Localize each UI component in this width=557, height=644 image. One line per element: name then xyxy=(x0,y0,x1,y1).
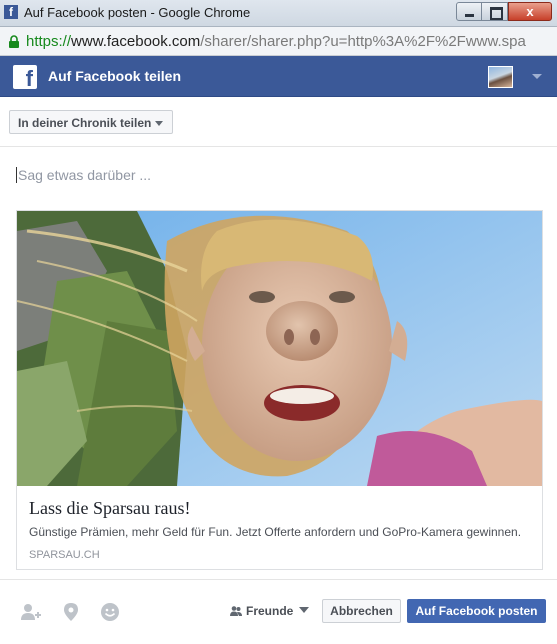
facebook-header: f Auf Facebook teilen xyxy=(0,56,557,97)
window-titlebar: f Auf Facebook posten - Google Chrome x xyxy=(0,0,557,27)
url-host: www.facebook.com xyxy=(71,33,201,50)
audience-label: Freunde xyxy=(246,604,294,618)
url-scheme: https:// xyxy=(26,33,72,50)
url-path: /sharer/sharer.php?u=http%3A%2F%2Fwww.sp… xyxy=(200,33,526,50)
url-text[interactable]: https://www.facebook.com/sharer/sharer.p… xyxy=(26,33,526,50)
audience-selector[interactable]: Freunde xyxy=(230,604,310,618)
dialog-footer: Freunde Abbrechen Auf Facebook posten xyxy=(0,579,557,644)
link-preview-card[interactable]: Lass die Sparsau raus! Günstige Prämien,… xyxy=(16,210,543,570)
friends-icon xyxy=(230,606,242,616)
maximize-button[interactable] xyxy=(482,2,508,21)
location-pin-icon[interactable] xyxy=(61,602,81,622)
lock-icon xyxy=(9,35,19,48)
minimize-button[interactable] xyxy=(456,2,482,21)
share-target-dropdown[interactable]: In deiner Chronik teilen xyxy=(9,110,173,134)
post-button[interactable]: Auf Facebook posten xyxy=(407,599,546,623)
chevron-down-icon xyxy=(299,607,310,613)
address-bar[interactable]: https://www.facebook.com/sharer/sharer.p… xyxy=(0,27,557,56)
close-window-button[interactable]: x xyxy=(508,2,552,21)
cancel-button[interactable]: Abbrechen xyxy=(322,599,401,623)
account-menu-chevron-down-icon[interactable] xyxy=(532,74,542,79)
user-avatar[interactable] xyxy=(488,66,513,88)
facebook-favicon-icon: f xyxy=(4,5,18,19)
preview-image xyxy=(17,211,542,486)
composer[interactable] xyxy=(16,165,536,185)
text-cursor xyxy=(16,167,17,183)
dialog-title: Auf Facebook teilen xyxy=(48,68,182,84)
facebook-logo-icon: f xyxy=(13,65,37,89)
preview-description: Günstige Prämien, mehr Geld für Fun. Jet… xyxy=(29,525,522,539)
smiley-icon[interactable] xyxy=(100,602,120,622)
window-title: Auf Facebook posten - Google Chrome xyxy=(24,5,251,20)
add-person-icon[interactable] xyxy=(21,602,41,622)
status-input[interactable] xyxy=(18,165,528,185)
share-target-row: In deiner Chronik teilen xyxy=(0,97,557,147)
preview-title: Lass die Sparsau raus! xyxy=(29,498,191,518)
chevron-down-icon xyxy=(155,121,163,126)
share-target-label: In deiner Chronik teilen xyxy=(18,116,152,130)
preview-domain: SPARSAU.CH xyxy=(29,549,100,561)
